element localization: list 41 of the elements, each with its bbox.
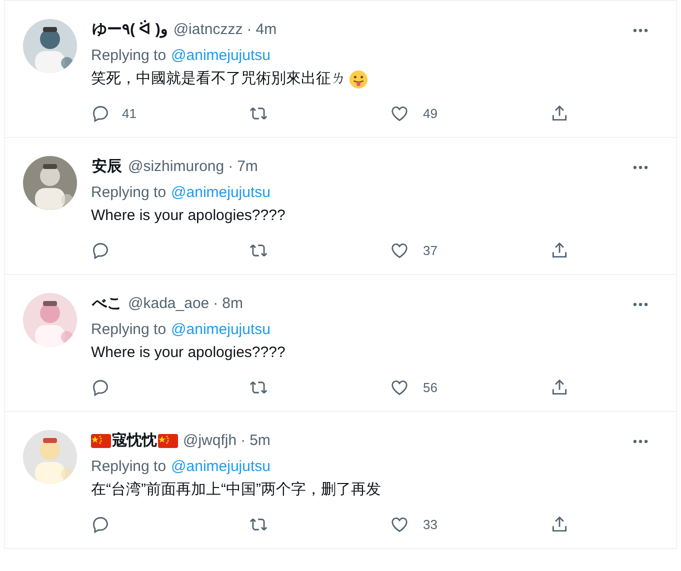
like-icon[interactable] [390, 515, 409, 534]
reply-icon[interactable] [91, 515, 110, 534]
reply-text: Where is your apologies???? [91, 206, 286, 226]
handle: @sizhimurong [128, 156, 224, 177]
timestamp[interactable]: 4m [256, 18, 277, 42]
reply-text: Where is your apologies???? [91, 342, 286, 363]
handle: @kada_aoe [128, 294, 210, 314]
display-name[interactable]: べこ [92, 292, 122, 316]
like-count: 33 [423, 516, 438, 534]
like-icon[interactable] [390, 378, 409, 398]
like-icon[interactable] [390, 104, 409, 124]
reply-icon[interactable] [91, 104, 110, 124]
separator-dot: · [240, 430, 246, 451]
separator-dot: · [246, 20, 252, 40]
share-icon[interactable] [550, 104, 569, 124]
like-count: 37 [423, 242, 438, 260]
display-name[interactable]: ゆー٩( ᐛ )و [92, 18, 168, 42]
like-count: 56 [423, 379, 438, 397]
reply-icon[interactable] [91, 378, 110, 398]
timestamp[interactable]: 7m [237, 156, 258, 178]
replying-label: Replying to [91, 320, 166, 340]
separator-dot: · [213, 294, 218, 314]
replying-label: Replying to [91, 46, 166, 66]
reply-text: 笑死，中國就是看不了咒術別來出征ㄌ [91, 68, 346, 89]
replying-label: Replying to [91, 182, 166, 203]
reply-text: 在“台湾”前面再加上“中国”两个字，删了再发 [91, 480, 381, 500]
like-count: 49 [423, 105, 438, 123]
reply-count: 41 [122, 105, 136, 123]
separator-dot: · [228, 156, 234, 177]
display-name[interactable]: 寇忱忱 [112, 430, 157, 452]
like-icon[interactable] [390, 241, 409, 260]
replying-label: Replying to [91, 456, 166, 477]
timestamp[interactable]: 5m [250, 430, 270, 452]
share-icon[interactable] [550, 378, 569, 398]
handle: @jwqfjh [183, 430, 237, 451]
share-icon[interactable] [550, 241, 569, 260]
timestamp[interactable]: 8m [222, 292, 243, 316]
handle: @iatnczzz [173, 20, 243, 40]
display-name[interactable]: 安辰 [92, 156, 122, 178]
reply-icon[interactable] [91, 241, 110, 260]
share-icon[interactable] [550, 515, 569, 534]
